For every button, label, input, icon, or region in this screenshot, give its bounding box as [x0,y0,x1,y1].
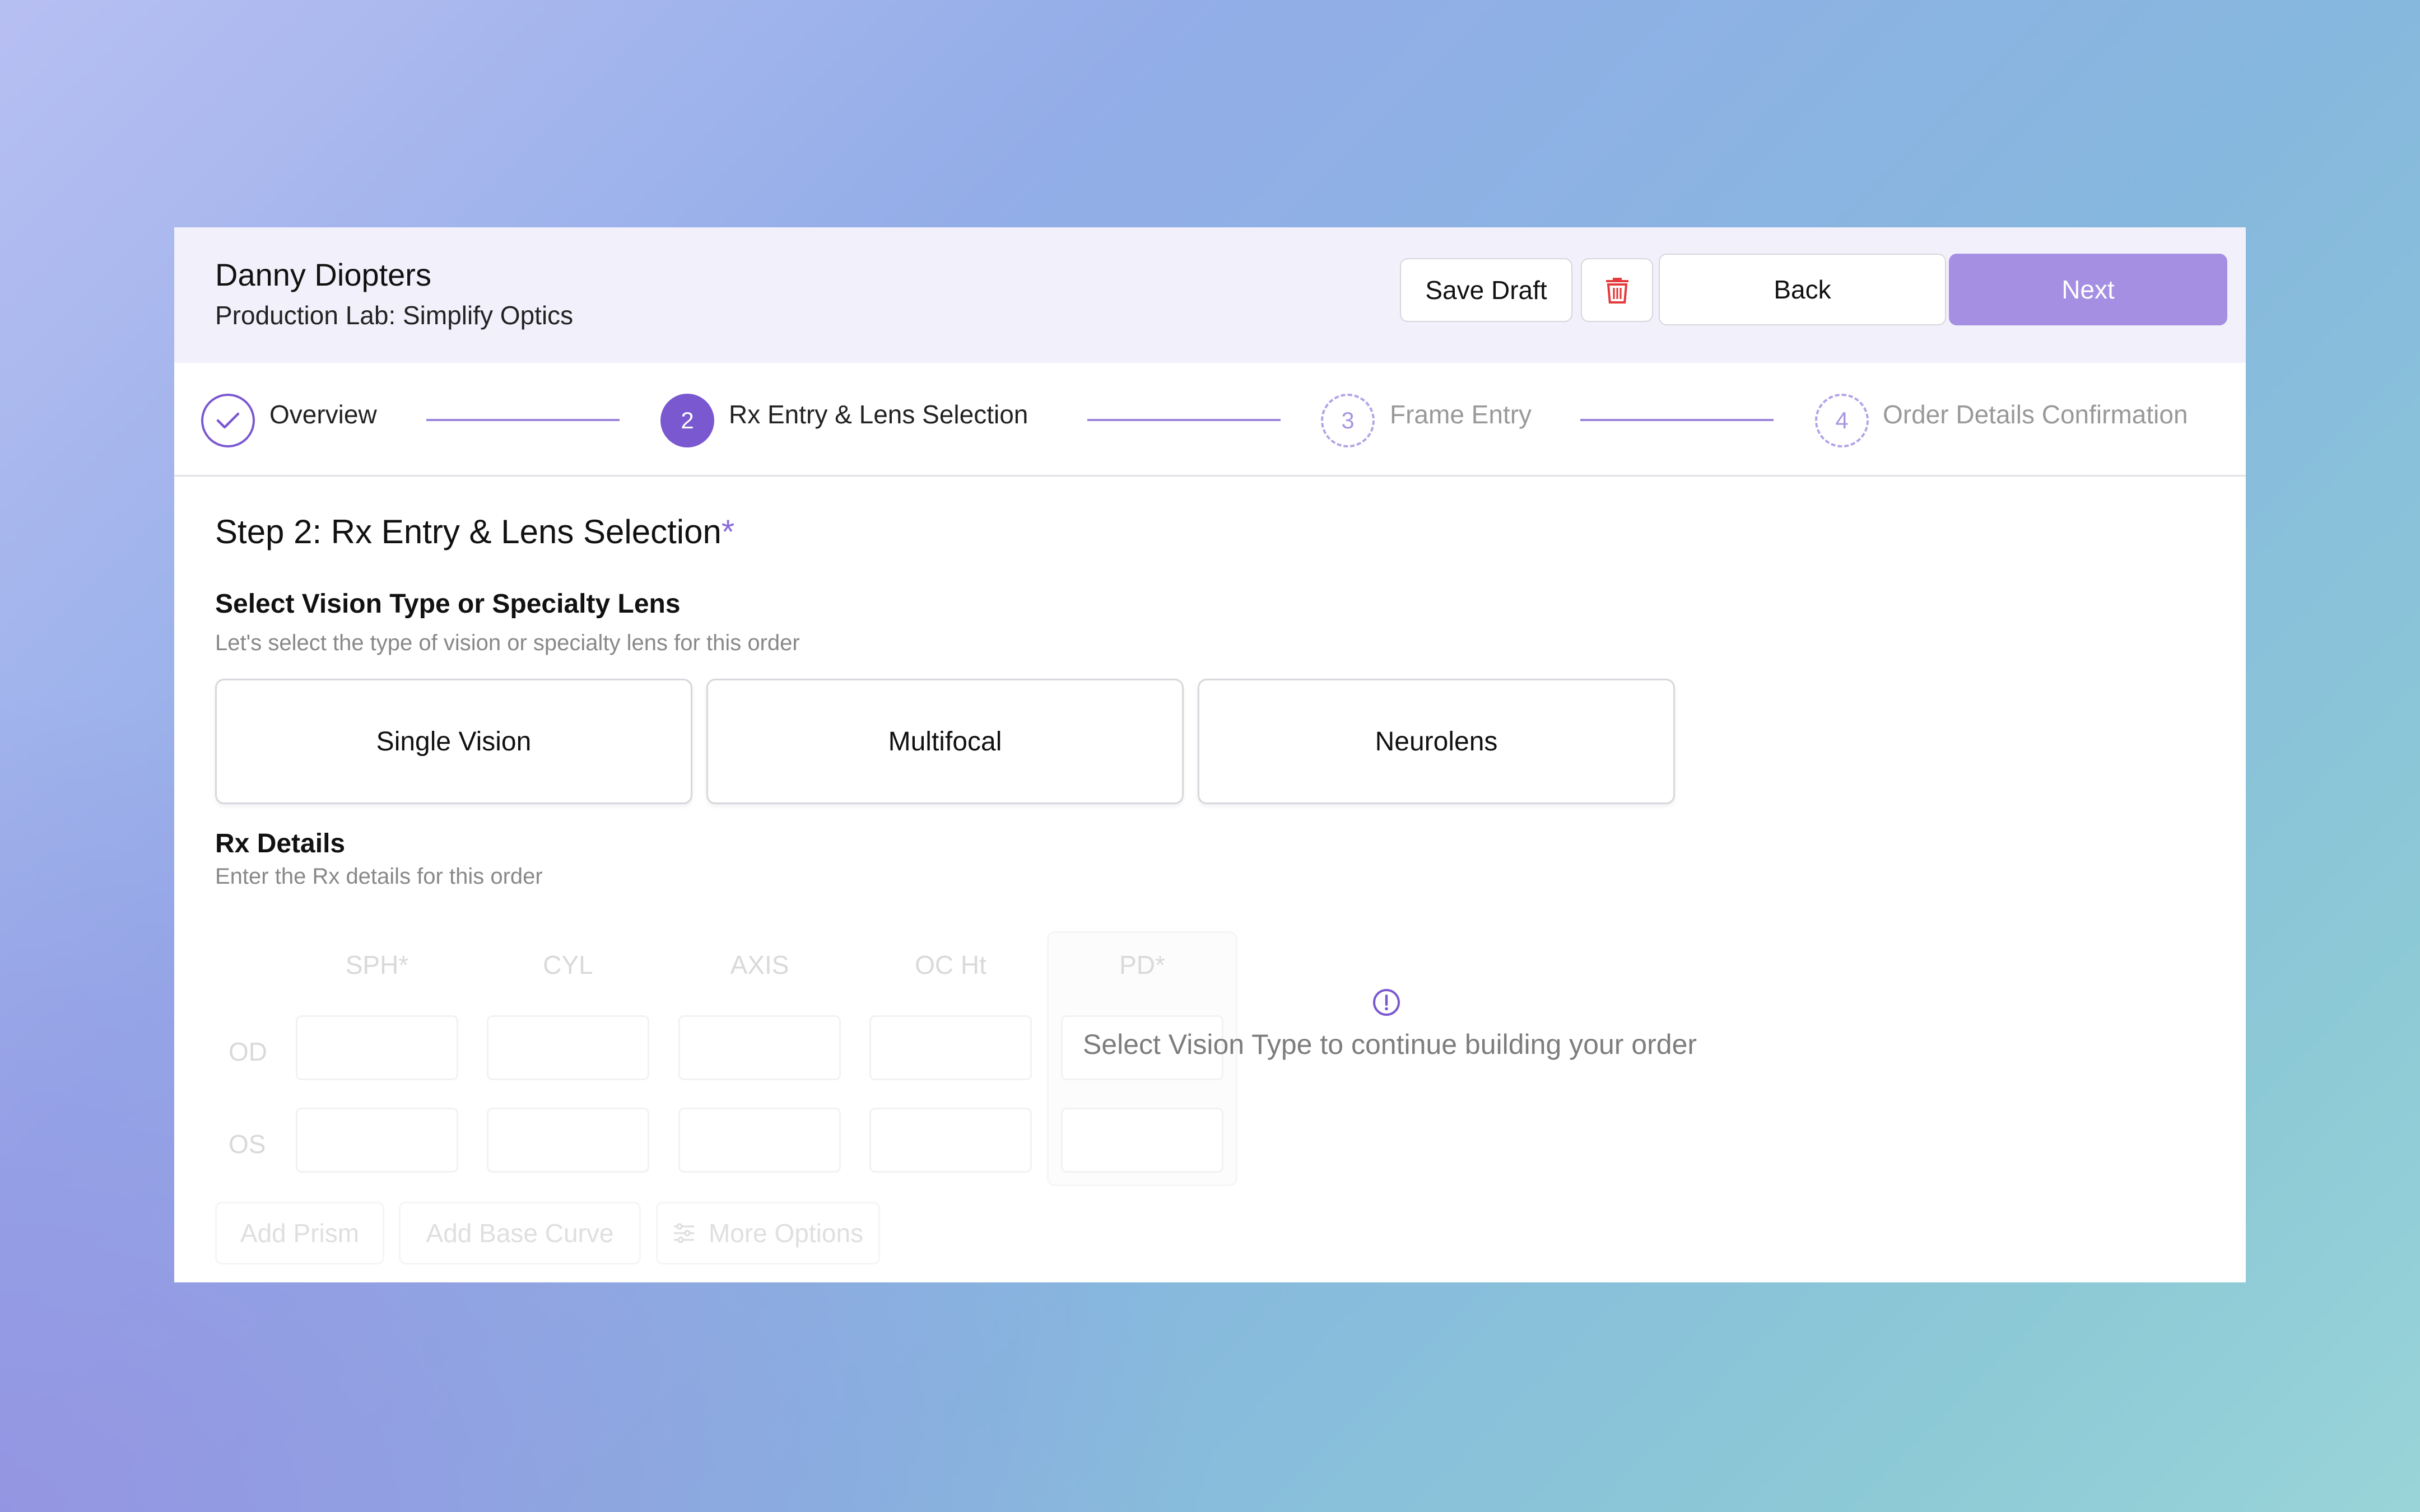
patient-name: Danny Diopters [215,257,431,292]
sliders-icon [673,1223,694,1243]
row-label-os: OS [229,1130,266,1159]
order-header: Danny Diopters Production Lab: Simplify … [174,227,2246,363]
step-rx-number[interactable]: 2 [660,394,714,447]
add-base-curve-button[interactable]: Add Base Curve [399,1202,641,1264]
step-confirmation-number[interactable]: 4 [1815,394,1869,447]
select-vision-type-message: Select Vision Type to continue building … [1082,1029,1697,1060]
os-cyl-input[interactable] [487,1108,649,1173]
next-button[interactable]: Next [1949,254,2227,325]
step-overview-label[interactable]: Overview [269,399,377,430]
column-header-oc-ht: OC Ht [915,950,986,979]
step-confirmation-label[interactable]: Order Details Confirmation [1883,399,2188,430]
more-options-button[interactable]: More Options [656,1202,880,1264]
step-frame-number[interactable]: 3 [1321,394,1375,447]
od-cyl-input[interactable] [487,1015,649,1080]
rx-grid-disabled: SPH* CYL AXIS OC Ht PD* OD OS Add Prism … [174,477,2246,1282]
os-oc-ht-input[interactable] [869,1108,1032,1173]
step-rx-label[interactable]: Rx Entry & Lens Selection [729,399,1028,430]
step-connector [1580,419,1774,421]
step-connector [426,419,620,421]
save-draft-button[interactable]: Save Draft [1400,258,1572,322]
order-window: Danny Diopters Production Lab: Simplify … [174,227,2246,1282]
progress-stepper: Overview 2 Rx Entry & Lens Selection 3 F… [174,363,2246,477]
step-overview-check[interactable] [201,394,255,447]
check-icon [216,412,240,429]
step-connector [1087,419,1281,421]
os-pd-input[interactable] [1061,1108,1223,1173]
back-button[interactable]: Back [1659,254,1946,325]
more-options-label: More Options [708,1219,864,1248]
od-sph-input[interactable] [296,1015,458,1080]
add-prism-button[interactable]: Add Prism [215,1202,384,1264]
os-axis-input[interactable] [678,1108,841,1173]
od-axis-input[interactable] [678,1015,841,1080]
column-header-cyl: CYL [543,950,593,979]
column-header-sph: SPH* [345,950,409,979]
row-label-od: OD [229,1037,267,1066]
step-frame-label[interactable]: Frame Entry [1390,399,1532,430]
info-icon [1373,989,1400,1016]
delete-button[interactable] [1581,258,1653,322]
trash-icon [1605,278,1628,304]
column-header-axis: AXIS [730,950,789,979]
production-lab: Production Lab: Simplify Optics [215,301,574,330]
step-content: Step 2: Rx Entry & Lens Selection* Selec… [174,477,2246,1282]
os-sph-input[interactable] [296,1108,458,1173]
column-header-pd: PD* [1119,950,1165,979]
